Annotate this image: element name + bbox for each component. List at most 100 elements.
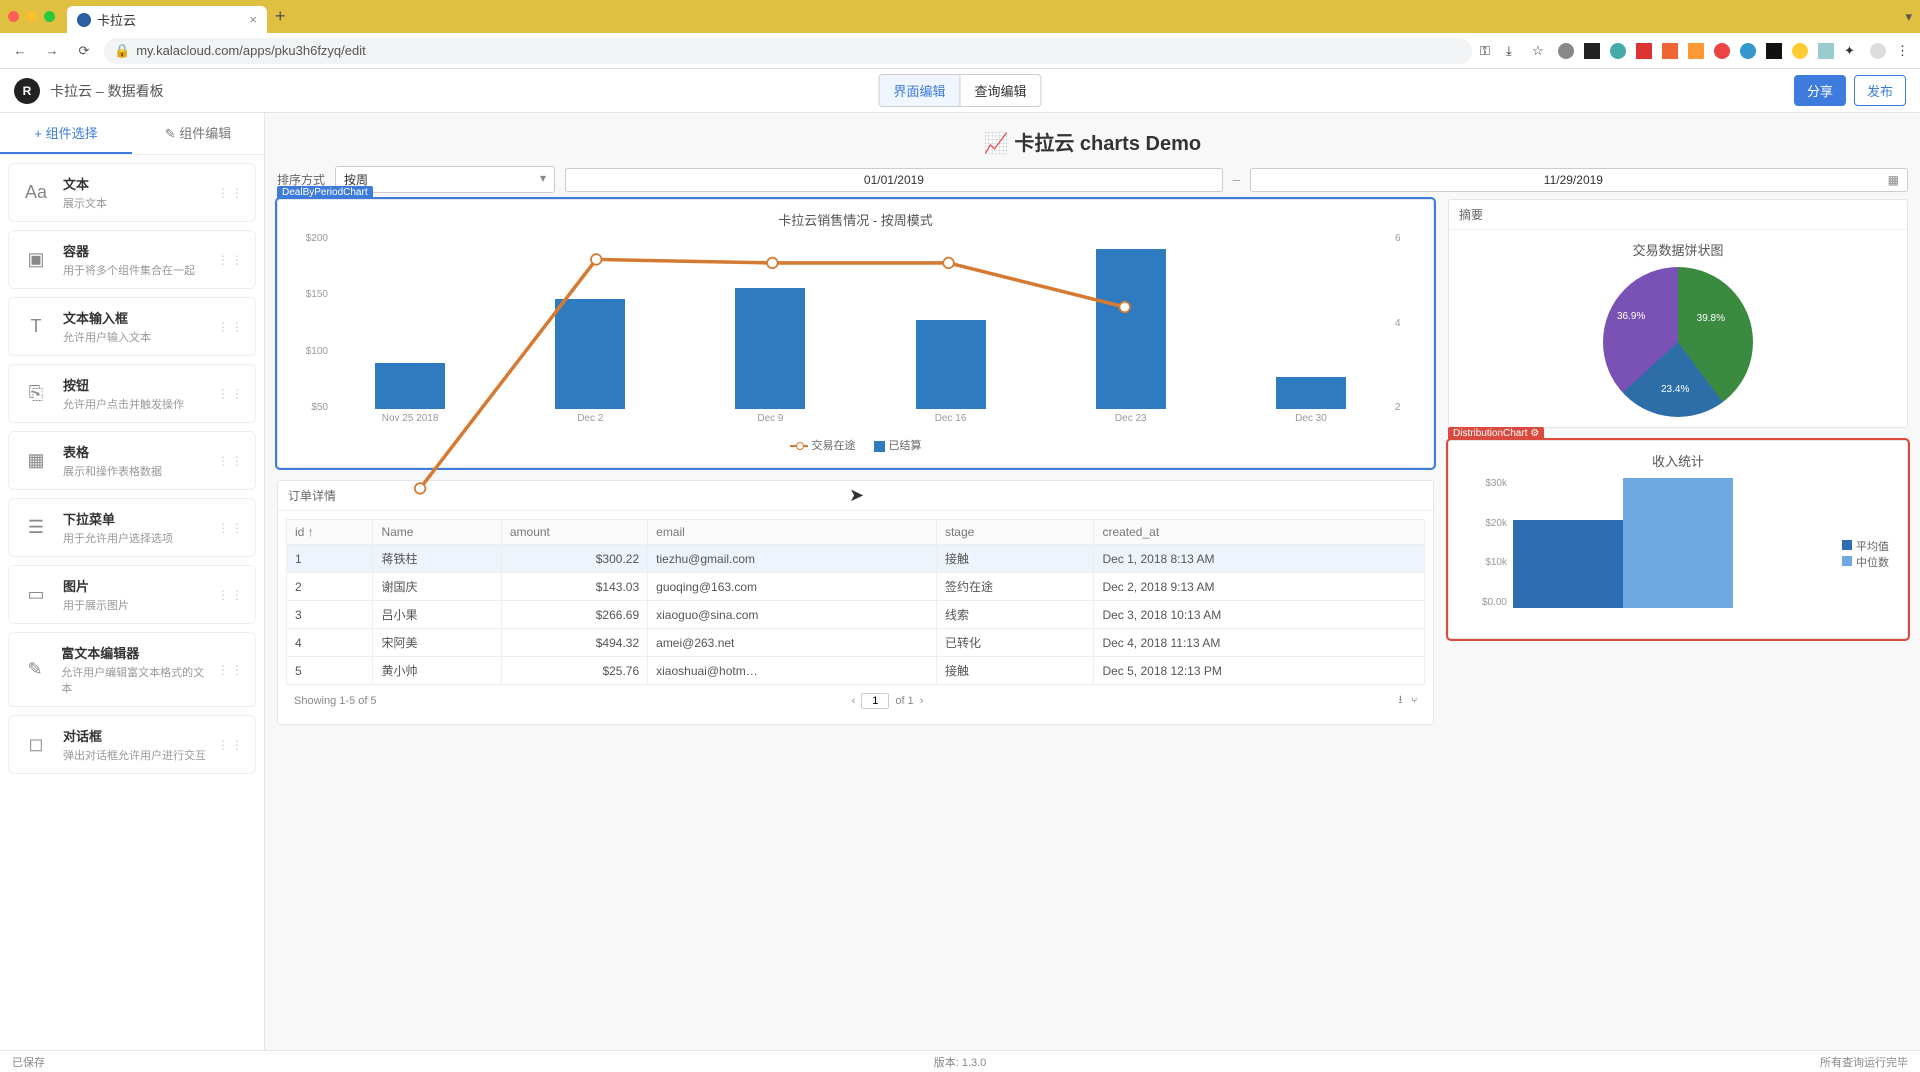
app-topbar: R 卡拉云 – 数据看板 界面编辑 查询编辑 分享 发布 xyxy=(0,69,1920,113)
component-item[interactable]: ▦ 表格 展示和操作表格数据 ⋮⋮ xyxy=(8,431,256,490)
table-header[interactable]: id ↑ xyxy=(287,520,373,545)
component-item[interactable]: T 文本输入框 允许用户输入文本 ⋮⋮ xyxy=(8,297,256,356)
page-input[interactable] xyxy=(861,693,889,709)
component-sub: 用于展示图片 xyxy=(63,597,129,613)
sidebar-tab-choose[interactable]: + 组件选择 xyxy=(0,113,132,154)
calendar-icon[interactable]: ▦ xyxy=(1888,173,1899,187)
bar xyxy=(916,320,986,409)
maximize-window-icon[interactable] xyxy=(44,11,55,22)
url-input[interactable]: 🔒 my.kalacloud.com/apps/pku3h6fzyq/edit xyxy=(104,38,1472,64)
date-from-input[interactable]: 01/01/2019 xyxy=(565,168,1223,192)
table-header[interactable]: stage xyxy=(936,520,1093,545)
component-item[interactable]: ▭ 图片 用于展示图片 ⋮⋮ xyxy=(8,565,256,624)
ext-icon[interactable] xyxy=(1636,43,1652,59)
component-icon: ⎘ xyxy=(19,379,53,409)
ext-icon[interactable] xyxy=(1688,43,1704,59)
table-row[interactable]: 2谢国庆$143.03guoqing@163.com签约在途Dec 2, 201… xyxy=(287,573,1425,601)
minimize-window-icon[interactable] xyxy=(26,11,37,22)
filter-icon[interactable]: ⑂ xyxy=(1411,694,1417,706)
component-item[interactable]: ☰ 下拉菜单 用于允许用户选择选项 ⋮⋮ xyxy=(8,498,256,557)
summary-panel[interactable]: 摘要 交易数据饼状图 39.8% 23.4% 36.9% xyxy=(1448,199,1908,428)
legend-bar: 已结算 xyxy=(874,437,922,453)
profile-icon[interactable] xyxy=(1870,43,1886,59)
component-title: 表格 xyxy=(63,442,162,461)
table-row[interactable]: 4宋阿美$494.32amei@263.net已转化Dec 4, 2018 11… xyxy=(287,629,1425,657)
chevron-down-icon[interactable]: ▾ xyxy=(1905,9,1912,25)
share-button[interactable]: 分享 xyxy=(1794,75,1846,106)
key-icon[interactable]: ⚿ xyxy=(1480,43,1496,59)
component-item[interactable]: ▣ 容器 用于将多个组件集合在一起 ⋮⋮ xyxy=(8,230,256,289)
drag-handle-icon[interactable]: ⋮⋮ xyxy=(217,320,245,334)
component-sub: 展示文本 xyxy=(63,195,107,211)
back-icon[interactable]: ← xyxy=(8,39,32,63)
deal-by-period-chart[interactable]: 卡拉云销售情况 - 按周模式 $200$150$100$50 642 xyxy=(277,199,1434,468)
star-icon[interactable]: ☆ xyxy=(1532,43,1548,59)
ext-icon[interactable] xyxy=(1610,43,1626,59)
bar xyxy=(1096,249,1166,409)
drag-handle-icon[interactable]: ⋮⋮ xyxy=(217,186,245,200)
bar xyxy=(735,288,805,409)
new-tab-icon[interactable]: + xyxy=(275,6,286,27)
prev-page-icon[interactable]: ‹ xyxy=(852,695,856,707)
browser-tab[interactable]: 卡拉云 × xyxy=(67,6,267,34)
component-label: DealByPeriodChart xyxy=(277,186,373,199)
ext-icon[interactable] xyxy=(1818,43,1834,59)
ext-icon[interactable] xyxy=(1662,43,1678,59)
distribution-chart[interactable]: 收入统计 $30k$20k$10k$0.00 平均值 中位数 xyxy=(1448,440,1908,639)
ext-icon[interactable] xyxy=(1558,43,1574,59)
canvas-area[interactable]: 📈 卡拉云 charts Demo 排序方式 按周 01/01/2019 – 1… xyxy=(265,113,1920,1050)
app-logo-icon[interactable]: R xyxy=(14,78,40,104)
download-icon[interactable]: ⭳ xyxy=(1398,694,1402,706)
close-window-icon[interactable] xyxy=(8,11,19,22)
table-header[interactable]: email xyxy=(648,520,937,545)
date-range-dash: – xyxy=(1233,172,1240,187)
rev-bar xyxy=(1513,520,1623,608)
drag-handle-icon[interactable]: ⋮⋮ xyxy=(217,588,245,602)
reload-icon[interactable]: ⟳ xyxy=(72,39,96,63)
ext-icon[interactable] xyxy=(1740,43,1756,59)
table-row[interactable]: 1蒋铁柱$300.22tiezhu@gmail.com接触Dec 1, 2018… xyxy=(287,545,1425,573)
component-item[interactable]: ⎘ 按钮 允许用户点击并触发操作 ⋮⋮ xyxy=(8,364,256,423)
favicon-icon xyxy=(77,13,91,27)
drag-handle-icon[interactable]: ⋮⋮ xyxy=(217,454,245,468)
lock-icon: 🔒 xyxy=(114,43,130,59)
drag-handle-icon[interactable]: ⋮⋮ xyxy=(217,663,245,677)
status-version: 版本: 1.3.0 xyxy=(934,1054,987,1070)
drag-handle-icon[interactable]: ⋮⋮ xyxy=(217,738,245,752)
sidebar-tab-edit[interactable]: ✎ 组件编辑 xyxy=(132,113,264,154)
tab-query-edit[interactable]: 查询编辑 xyxy=(961,75,1041,106)
component-icon: Aa xyxy=(19,178,53,208)
install-icon[interactable]: ⤓ xyxy=(1506,43,1522,59)
ext-icon[interactable] xyxy=(1584,43,1600,59)
filter-row: 排序方式 按周 01/01/2019 – 11/29/2019 ▦ xyxy=(277,166,1908,193)
table-header[interactable]: amount xyxy=(501,520,647,545)
forward-icon[interactable]: → xyxy=(40,39,64,63)
component-item[interactable]: ◻ 对话框 弹出对话框允许用户进行交互 ⋮⋮ xyxy=(8,715,256,774)
page-title: 📈 卡拉云 charts Demo xyxy=(277,121,1908,166)
component-item[interactable]: ✎ 富文本编辑器 允许用户编辑富文本格式的文本 ⋮⋮ xyxy=(8,632,256,707)
extensions-icon[interactable]: ✦ xyxy=(1844,43,1860,59)
drag-handle-icon[interactable]: ⋮⋮ xyxy=(217,387,245,401)
next-page-icon[interactable]: › xyxy=(920,695,924,707)
ext-icon[interactable] xyxy=(1766,43,1782,59)
menu-icon[interactable]: ⋮ xyxy=(1896,43,1912,59)
component-item[interactable]: Aa 文本 展示文本 ⋮⋮ xyxy=(8,163,256,222)
pie-slice-label: 36.9% xyxy=(1617,311,1645,322)
ext-icon[interactable] xyxy=(1714,43,1730,59)
pie-slice-label: 23.4% xyxy=(1661,384,1689,395)
ext-icon[interactable] xyxy=(1792,43,1808,59)
chart-title: 卡拉云销售情况 - 按周模式 xyxy=(292,210,1419,229)
tab-ui-edit[interactable]: 界面编辑 xyxy=(879,75,960,106)
table-pagination: ‹ of 1 › xyxy=(852,693,924,709)
table-row[interactable]: 3吕小果$266.69xiaoguo@sina.com线索Dec 3, 2018… xyxy=(287,601,1425,629)
table-header[interactable]: created_at xyxy=(1094,520,1425,545)
orders-panel[interactable]: 订单详情 id ↑Nameamountemailstagecreated_at … xyxy=(277,480,1434,725)
drag-handle-icon[interactable]: ⋮⋮ xyxy=(217,253,245,267)
close-tab-icon[interactable]: × xyxy=(249,12,257,27)
publish-button[interactable]: 发布 xyxy=(1854,75,1906,106)
drag-handle-icon[interactable]: ⋮⋮ xyxy=(217,521,245,535)
component-title: 文本输入框 xyxy=(63,308,151,327)
date-to-input[interactable]: 11/29/2019 ▦ xyxy=(1250,168,1908,192)
table-header[interactable]: Name xyxy=(373,520,501,545)
table-row[interactable]: 5黄小帅$25.76xiaoshuai@hotm…接触Dec 5, 2018 1… xyxy=(287,657,1425,685)
